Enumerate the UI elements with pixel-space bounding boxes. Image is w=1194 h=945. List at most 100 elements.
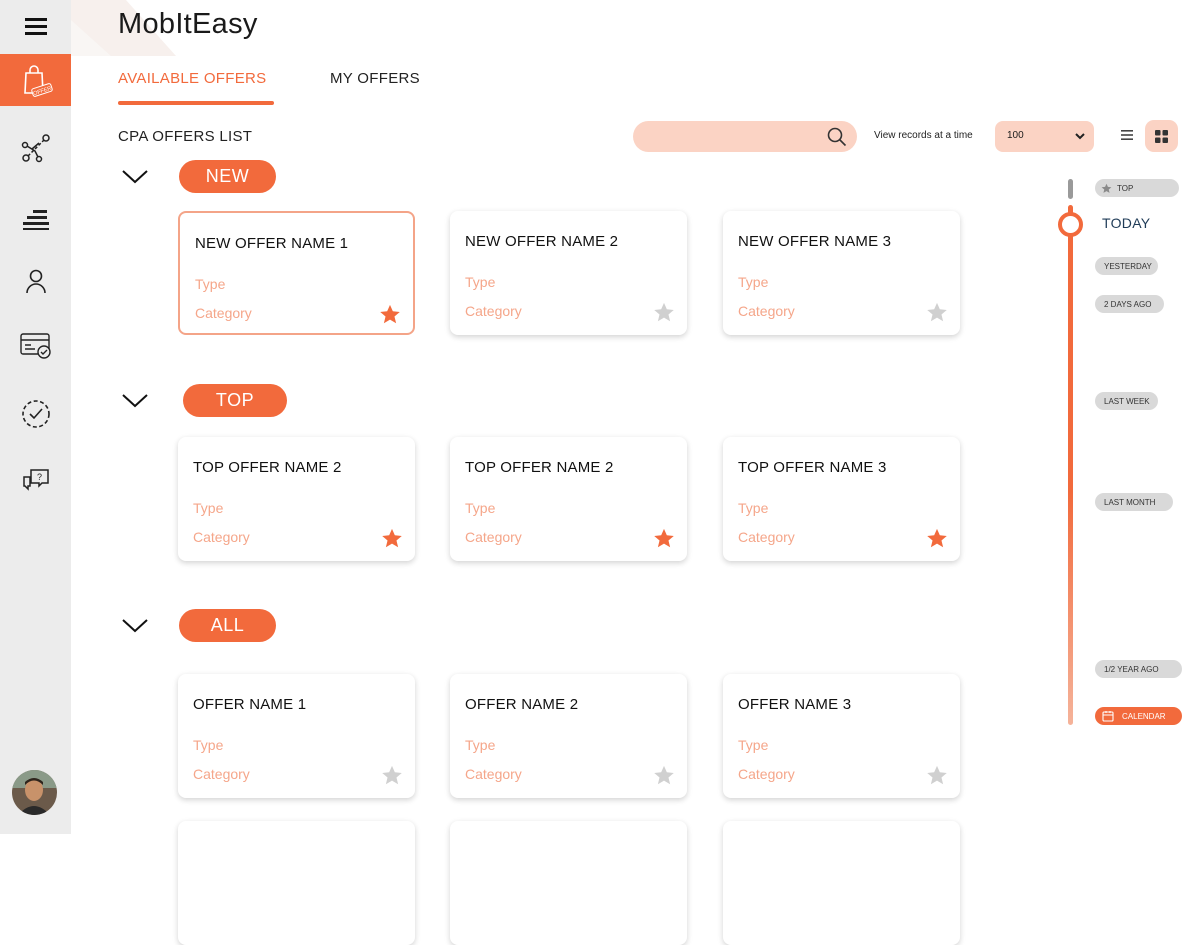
records-select-value: 100 [1007, 130, 1024, 141]
list-title: CPA OFFERS LIST [118, 128, 253, 145]
offer-card-partial[interactable] [723, 821, 960, 945]
section-top-toggle-icon[interactable] [122, 394, 148, 408]
card-check-icon [19, 333, 51, 359]
star-active-icon[interactable] [379, 304, 401, 325]
offer-card[interactable]: OFFER NAME 1 Type Category [178, 674, 415, 798]
timeline-handle[interactable] [1058, 212, 1083, 237]
sidebar-item-offers[interactable]: OFFER [0, 54, 71, 106]
calendar-label: CALENDAR [1122, 711, 1166, 721]
sidebar-item-billing[interactable] [0, 320, 71, 372]
svg-text:?: ? [36, 472, 41, 482]
calendar-button[interactable]: CALENDAR [1095, 707, 1182, 725]
section-label-top: TOP [183, 384, 287, 417]
timeline-chip-2-days[interactable]: 2 DAYS AGO [1095, 295, 1164, 313]
hamburger-icon [24, 18, 47, 35]
section-all-toggle-icon[interactable] [122, 619, 148, 633]
offer-category: Category [465, 529, 522, 545]
offer-name: OFFER NAME 1 [193, 696, 307, 713]
offer-type: Type [193, 737, 224, 753]
menu-button[interactable] [0, 0, 71, 52]
grid-view-button[interactable] [1145, 120, 1178, 152]
connections-icon [21, 134, 50, 163]
offer-category: Category [738, 766, 795, 782]
offer-card-partial[interactable] [450, 821, 687, 945]
stacked-bars-icon [22, 210, 49, 230]
offer-category: Category [465, 303, 522, 319]
search-input[interactable] [633, 121, 857, 152]
star-inactive-icon[interactable] [926, 302, 948, 323]
offer-card[interactable]: NEW OFFER NAME 3 Type Category [723, 211, 960, 335]
timeline-chip-top[interactable]: TOP [1095, 179, 1179, 197]
star-active-icon[interactable] [926, 528, 948, 549]
offer-category: Category [195, 305, 252, 321]
offer-category: Category [738, 303, 795, 319]
shopping-bag-offer-icon: OFFER [23, 65, 53, 97]
offer-card[interactable]: TOP OFFER NAME 3 Type Category [723, 437, 960, 561]
active-tab-indicator [118, 101, 274, 105]
star-inactive-icon[interactable] [653, 765, 675, 786]
offer-name: NEW OFFER NAME 3 [738, 233, 892, 250]
chat-question-icon: ? [22, 469, 49, 491]
user-avatar-icon [12, 770, 57, 815]
star-inactive-icon[interactable] [653, 302, 675, 323]
offer-category: Category [193, 529, 250, 545]
offer-card-partial[interactable] [178, 821, 415, 945]
offer-type: Type [465, 274, 496, 290]
offer-category: Category [465, 766, 522, 782]
offer-type: Type [465, 500, 496, 516]
offer-card[interactable]: OFFER NAME 3 Type Category [723, 674, 960, 798]
offer-type: Type [195, 276, 226, 292]
offer-type: Type [465, 737, 496, 753]
offer-name: TOP OFFER NAME 2 [465, 459, 614, 476]
section-new-toggle-icon[interactable] [122, 170, 148, 184]
chevron-down-icon [1075, 133, 1085, 140]
section-label-all: ALL [179, 609, 276, 642]
sidebar-item-support[interactable]: ? [0, 455, 71, 507]
offer-name: NEW OFFER NAME 1 [195, 235, 349, 252]
list-view-icon [1121, 130, 1133, 140]
timeline-track[interactable] [1068, 205, 1073, 725]
offer-name: NEW OFFER NAME 2 [465, 233, 619, 250]
avatar[interactable] [12, 770, 57, 815]
offer-card[interactable]: NEW OFFER NAME 1 Type Category [178, 211, 415, 335]
offer-category: Category [738, 529, 795, 545]
app-title: MobItEasy [118, 8, 258, 40]
star-inactive-icon[interactable] [381, 765, 403, 786]
sidebar: OFFER ? [0, 0, 71, 834]
star-icon [1101, 183, 1112, 193]
records-label: View records at a time [874, 130, 973, 141]
tab-available-offers[interactable]: AVAILABLE OFFERS [118, 70, 266, 87]
offer-type: Type [738, 500, 769, 516]
list-view-button[interactable] [1120, 128, 1134, 147]
timeline-chip-yesterday[interactable]: YESTERDAY [1095, 257, 1158, 275]
timeline-chip-last-week[interactable]: LAST WEEK [1095, 392, 1158, 410]
timeline-chip-top-label: TOP [1117, 183, 1134, 193]
offer-type: Type [738, 274, 769, 290]
star-active-icon[interactable] [381, 528, 403, 549]
search-icon [827, 127, 847, 147]
offer-name: TOP OFFER NAME 3 [738, 459, 887, 476]
records-select[interactable]: 100 [995, 121, 1094, 152]
star-active-icon[interactable] [653, 528, 675, 549]
timeline-top-segment [1068, 179, 1073, 199]
sidebar-item-reports[interactable] [0, 194, 71, 246]
offer-card[interactable]: TOP OFFER NAME 2 Type Category [450, 437, 687, 561]
section-label-new: NEW [179, 160, 276, 193]
calendar-icon [1102, 711, 1114, 722]
offer-card[interactable]: NEW OFFER NAME 2 Type Category [450, 211, 687, 335]
offer-name: OFFER NAME 2 [465, 696, 579, 713]
offer-card[interactable]: TOP OFFER NAME 2 Type Category [178, 437, 415, 561]
sidebar-item-profile[interactable] [0, 255, 71, 307]
user-icon [25, 269, 46, 294]
offer-name: OFFER NAME 3 [738, 696, 852, 713]
offer-card[interactable]: OFFER NAME 2 Type Category [450, 674, 687, 798]
sidebar-item-links[interactable] [0, 122, 71, 174]
tab-my-offers[interactable]: MY OFFERS [330, 70, 420, 87]
offer-type: Type [738, 737, 769, 753]
offer-category: Category [193, 766, 250, 782]
star-inactive-icon[interactable] [926, 765, 948, 786]
timeline-chip-last-month[interactable]: LAST MONTH [1095, 493, 1173, 511]
timeline-chip-half-year[interactable]: 1/2 YEAR AGO [1095, 660, 1182, 678]
sidebar-item-tasks[interactable] [0, 388, 71, 440]
offer-name: TOP OFFER NAME 2 [193, 459, 342, 476]
